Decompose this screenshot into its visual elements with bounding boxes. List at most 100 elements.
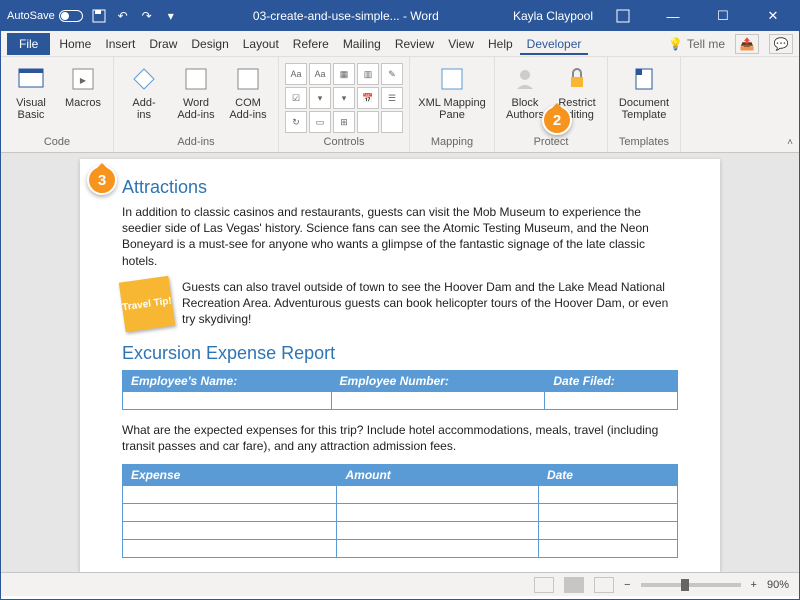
minimize-button[interactable]: —	[653, 1, 693, 31]
th-emp-number[interactable]: Employee Number:	[331, 370, 545, 391]
table-cell[interactable]	[337, 504, 538, 522]
block-authors-button[interactable]: Block Authors	[501, 63, 549, 121]
tell-me-search[interactable]: 💡Tell me	[668, 37, 725, 51]
table-cell[interactable]	[337, 540, 538, 558]
table-cell[interactable]	[123, 486, 337, 504]
paragraph-1[interactable]: In addition to classic casinos and resta…	[122, 204, 678, 269]
th-date-filed[interactable]: Date Filed:	[545, 370, 678, 391]
close-button[interactable]: ✕	[753, 1, 793, 31]
zoom-slider[interactable]	[641, 583, 741, 587]
tell-me-label: Tell me	[687, 37, 725, 51]
control-group[interactable]: ⊞	[333, 111, 355, 133]
toggle-off-icon	[59, 10, 83, 22]
statusbar: − + 90%	[1, 572, 799, 596]
save-icon[interactable]	[91, 8, 107, 24]
tab-review[interactable]: Review	[388, 33, 441, 55]
autosave-toggle[interactable]: AutoSave	[7, 10, 83, 22]
tab-layout[interactable]: Layout	[236, 33, 286, 55]
th-amount[interactable]: Amount	[337, 465, 538, 486]
document-area[interactable]: Attractions In addition to classic casin…	[1, 153, 799, 572]
table-cell[interactable]	[123, 391, 332, 409]
control-dropdown[interactable]: ▾	[333, 87, 355, 109]
table-cell[interactable]	[337, 522, 538, 540]
tab-developer[interactable]: Developer	[520, 33, 589, 55]
tab-mailings[interactable]: Mailing	[336, 33, 388, 55]
control-building-block[interactable]: ▥	[357, 63, 379, 85]
user-name[interactable]: Kayla Claypool	[513, 9, 593, 23]
paragraph-3[interactable]: What are the expected expenses for this …	[122, 422, 678, 454]
table-cell[interactable]	[545, 391, 678, 409]
group-controls: Aa Aa ▦ ▥ ✎ ☑ ▾ ▾ 📅 ☰ ↻ ▭ ⊞ Controls	[279, 57, 410, 152]
web-layout-button[interactable]	[594, 577, 614, 593]
ribbon: Visual Basic ▶Macros Code Add- ins Word …	[1, 57, 799, 153]
print-layout-button[interactable]	[564, 577, 584, 593]
table-employee[interactable]: Employee's Name: Employee Number: Date F…	[122, 370, 678, 410]
table-cell[interactable]	[538, 540, 677, 558]
paragraph-tip[interactable]: Guests can also travel outside of town t…	[182, 279, 678, 329]
comments-button[interactable]: 💬	[769, 34, 793, 54]
maximize-button[interactable]: ☐	[703, 1, 743, 31]
window-title: 03-create-and-use-simple... - Word	[179, 9, 513, 23]
table-cell[interactable]	[123, 522, 337, 540]
table-cell[interactable]	[538, 504, 677, 522]
word-addins-button[interactable]: Word Add-ins	[172, 63, 220, 121]
tab-draw[interactable]: Draw	[142, 33, 184, 55]
heading-attractions[interactable]: Attractions	[122, 177, 678, 198]
table-cell[interactable]	[337, 486, 538, 504]
addins-button[interactable]: Add- ins	[120, 63, 168, 121]
tab-insert[interactable]: Insert	[98, 33, 142, 55]
visual-basic-button[interactable]: Visual Basic	[7, 63, 55, 121]
redo-icon[interactable]: ↷	[139, 8, 155, 24]
table-expenses[interactable]: Expense Amount Date	[122, 464, 678, 558]
table-cell[interactable]	[331, 391, 545, 409]
control-repeating[interactable]: ↻	[285, 111, 307, 133]
control-combobox[interactable]: ▾	[309, 87, 331, 109]
macros-button[interactable]: ▶Macros	[59, 63, 107, 109]
read-mode-button[interactable]	[534, 577, 554, 593]
share-button[interactable]: 📤	[735, 34, 759, 54]
document-template-icon	[628, 63, 660, 95]
heading-report[interactable]: Excursion Expense Report	[122, 343, 678, 364]
svg-text:▶: ▶	[80, 76, 87, 85]
group-code: Visual Basic ▶Macros Code	[1, 57, 114, 152]
page: Attractions In addition to classic casin…	[80, 159, 720, 572]
tab-design[interactable]: Design	[184, 33, 235, 55]
th-date[interactable]: Date	[538, 465, 677, 486]
qat-dropdown-icon[interactable]: ▾	[163, 8, 179, 24]
document-template-button[interactable]: Document Template	[614, 63, 674, 121]
travel-tip-badge: Travel Tip!	[119, 276, 175, 332]
zoom-level[interactable]: 90%	[767, 579, 789, 591]
block-authors-icon	[509, 63, 541, 95]
table-cell[interactable]	[538, 486, 677, 504]
control-picture[interactable]: ▦	[333, 63, 355, 85]
tab-home[interactable]: Home	[52, 33, 98, 55]
control-design-mode[interactable]: ✎	[381, 63, 403, 85]
control-date[interactable]: 📅	[357, 87, 379, 109]
tab-references[interactable]: Refere	[286, 33, 336, 55]
callout-3: 3	[87, 165, 117, 195]
collapse-ribbon-icon[interactable]: ˄	[787, 137, 793, 148]
control-legacy[interactable]: ▭	[309, 111, 331, 133]
tab-help[interactable]: Help	[481, 33, 520, 55]
zoom-out-button[interactable]: −	[624, 579, 630, 591]
macros-icon: ▶	[67, 63, 99, 95]
table-cell[interactable]	[123, 540, 337, 558]
xml-mapping-icon	[436, 63, 468, 95]
ribbon-options-icon[interactable]	[603, 1, 643, 31]
control-rich-text[interactable]: Aa	[285, 63, 307, 85]
control-properties[interactable]: ☰	[381, 87, 403, 109]
control-plain-text[interactable]: Aa	[309, 63, 331, 85]
table-cell[interactable]	[538, 522, 677, 540]
tab-view[interactable]: View	[441, 33, 481, 55]
th-expense[interactable]: Expense	[123, 465, 337, 486]
table-cell[interactable]	[123, 504, 337, 522]
xml-mapping-button[interactable]: XML Mapping Pane	[416, 63, 488, 121]
tab-file[interactable]: File	[7, 33, 50, 55]
undo-icon[interactable]: ↶	[115, 8, 131, 24]
group-code-label: Code	[7, 136, 107, 150]
th-emp-name[interactable]: Employee's Name:	[123, 370, 332, 391]
com-addins-button[interactable]: COM Add-ins	[224, 63, 272, 121]
group-mapping: XML Mapping Pane Mapping	[410, 57, 495, 152]
zoom-in-button[interactable]: +	[751, 579, 757, 591]
control-checkbox[interactable]: ☑	[285, 87, 307, 109]
